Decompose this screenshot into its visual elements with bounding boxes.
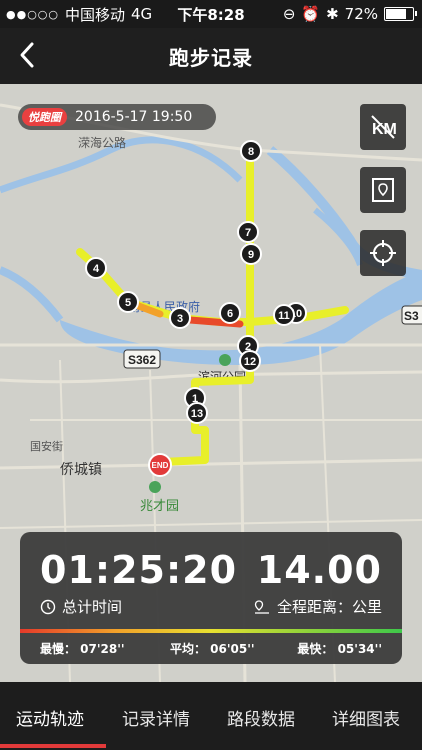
tab-record-details[interactable]: 记录详情 — [122, 705, 190, 730]
svg-text:6: 6 — [227, 308, 233, 320]
active-tab-indicator — [0, 744, 106, 748]
distance-pin-icon — [254, 599, 269, 614]
pace-gradient-bar — [20, 629, 402, 633]
map-style-button[interactable] — [360, 167, 406, 213]
locate-icon — [370, 240, 396, 266]
tab-detail-charts[interactable]: 详细图表 — [332, 705, 400, 730]
label-park2: 兆才园 — [140, 498, 179, 513]
km-marker-13[interactable]: 13 — [186, 402, 208, 424]
clock-icon — [40, 599, 56, 614]
road-shield-s362: S362 — [128, 353, 156, 367]
run-date-chip: 悦跑圈 2016-5-17 19:50 — [18, 104, 216, 130]
svg-text:END: END — [152, 461, 169, 470]
run-summary-card: 01:25:20 14.00 总计时间 全程距离：公里 最慢： 07'28'' … — [20, 532, 402, 664]
status-bar: ●●○○○ 中国移动 4G 下午8:28 ⊖ ⏰ ✱ 72% — [0, 0, 422, 28]
road-shield-s3: S3 — [404, 309, 419, 323]
label-street2: 国安街 — [30, 439, 63, 453]
svg-text:7: 7 — [245, 227, 251, 239]
battery-icon — [384, 7, 417, 21]
svg-text:12: 12 — [244, 356, 256, 368]
alarm-icon: ⏰ — [301, 5, 321, 23]
svg-text:3: 3 — [177, 313, 183, 325]
km-marker-3[interactable]: 3 — [169, 307, 191, 329]
duration-label: 总计时间 — [62, 598, 123, 616]
locate-button[interactable] — [360, 230, 406, 276]
nav-bar: 跑步记录 — [0, 28, 422, 84]
run-distance: 14.00 — [256, 548, 382, 592]
bluetooth-icon: ✱ — [326, 5, 339, 23]
km-marker-9[interactable]: 9 — [240, 243, 262, 265]
tab-track[interactable]: 运动轨迹 — [16, 705, 84, 730]
pace-fastest: 最快： 05'34'' — [297, 642, 382, 656]
distance-label-row: 全程距离：公里 — [253, 596, 382, 617]
km-marker-7[interactable]: 7 — [237, 221, 259, 243]
lock-rotation-icon: ⊖ — [282, 5, 296, 23]
svg-text:5: 5 — [125, 297, 131, 309]
km-marker-8[interactable]: 8 — [240, 140, 262, 162]
duration-label-row: 总计时间 — [40, 596, 122, 617]
pace-average: 平均： 06'05'' — [170, 642, 255, 656]
run-duration: 01:25:20 — [40, 548, 238, 592]
run-datetime: 2016-5-17 19:50 — [75, 109, 193, 125]
pace-slowest: 最慢： 07'28'' — [40, 642, 125, 656]
bottom-tab-bar: 运动轨迹 记录详情 路段数据 详细图表 — [0, 683, 422, 750]
svg-text:13: 13 — [191, 408, 203, 420]
end-marker[interactable]: END — [148, 453, 172, 477]
svg-text:9: 9 — [248, 249, 254, 261]
svg-text:11: 11 — [278, 310, 290, 322]
hide-km-icon: KM — [371, 115, 397, 139]
tab-segment-data[interactable]: 路段数据 — [227, 705, 295, 730]
km-marker-5[interactable]: 5 — [117, 291, 139, 313]
distance-label: 全程距离：公里 — [276, 598, 382, 616]
km-marker-12[interactable]: 12 — [239, 350, 261, 372]
map-style-icon — [372, 178, 394, 202]
svg-text:8: 8 — [248, 146, 254, 158]
svg-text:4: 4 — [93, 263, 100, 275]
page-title: 跑步记录 — [169, 46, 253, 70]
km-marker-6[interactable]: 6 — [219, 302, 241, 324]
km-marker-11[interactable]: 11 — [273, 304, 295, 326]
label-road-top: 溁海公路 — [78, 135, 126, 150]
battery-percent: 72% — [344, 5, 378, 23]
km-marker-4[interactable]: 4 — [85, 257, 107, 279]
label-town: 侨城镇 — [60, 461, 102, 477]
hide-km-button[interactable]: KM — [360, 104, 406, 150]
app-badge: 悦跑圈 — [22, 108, 67, 126]
